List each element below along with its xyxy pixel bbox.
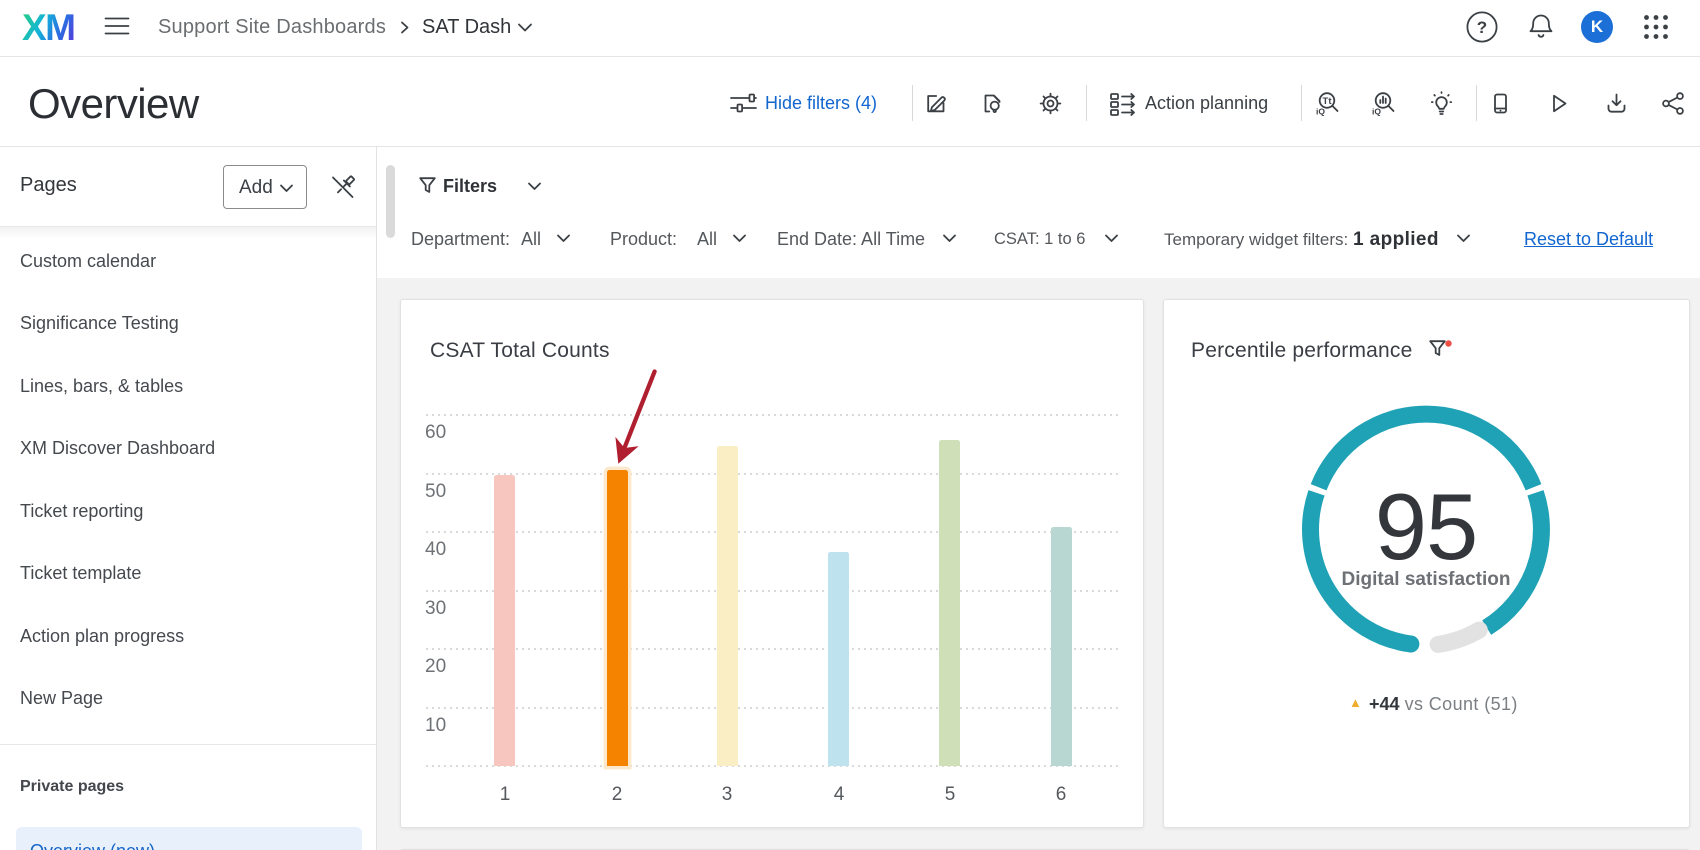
svg-text:iQ: iQ [1316, 107, 1325, 117]
svg-text:Tt: Tt [1323, 96, 1333, 107]
svg-text:?: ? [1477, 18, 1487, 37]
svg-text:iQ: iQ [1372, 107, 1381, 117]
